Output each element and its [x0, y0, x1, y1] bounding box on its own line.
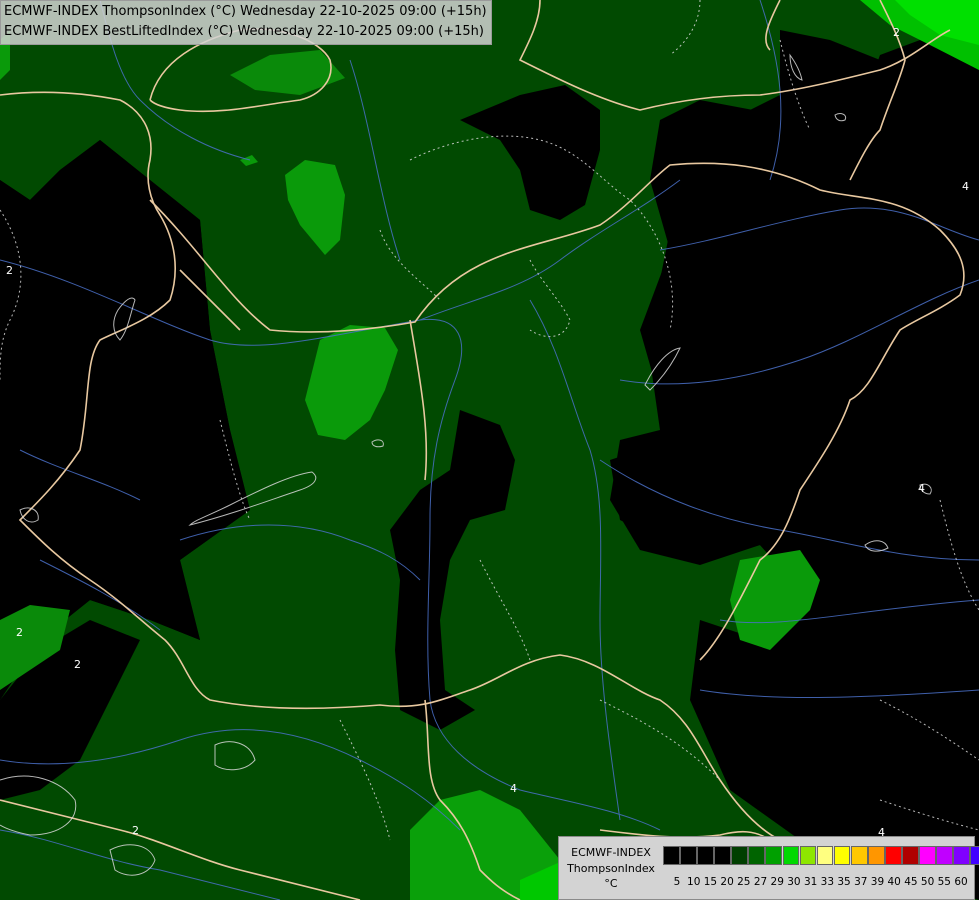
legend-swatch [885, 846, 902, 865]
legend-swatch [748, 846, 766, 865]
weather-map [0, 0, 979, 900]
weather-map-view: 2 2 2 2 2 4 4 4 4 ECMWF-INDEX ThompsonIn… [0, 0, 979, 900]
contour-label: 2 [893, 26, 900, 39]
legend-swatch [714, 846, 731, 865]
legend-parameter-label: ThompsonIndex [567, 862, 655, 875]
map-title-box: ECMWF-INDEX ThompsonIndex (°C) Wednesday… [0, 0, 492, 45]
contour-label: 2 [74, 658, 81, 671]
legend-swatch [799, 846, 817, 865]
legend-swatch [953, 846, 971, 865]
legend-swatch [970, 846, 979, 865]
contour-label: 4 [918, 482, 925, 495]
legend-swatch [936, 846, 953, 865]
legend-swatch [850, 846, 868, 865]
title-thompson-index: ECMWF-INDEX ThompsonIndex (°C) Wednesday… [4, 4, 487, 19]
legend-swatch [816, 846, 834, 865]
legend-swatch [782, 846, 800, 865]
legend-swatches [663, 846, 979, 865]
legend-swatch [680, 846, 697, 865]
contour-label: 2 [132, 824, 139, 837]
legend-swatch [765, 846, 783, 865]
contour-label: 2 [6, 264, 13, 277]
legend-swatch [833, 846, 851, 865]
legend-tick-label: 60 [954, 876, 968, 888]
contour-label: 2 [16, 626, 23, 639]
legend-swatch [697, 846, 714, 865]
legend-swatch [902, 846, 919, 865]
color-legend: ECMWF-INDEX ThompsonIndex °C 5 10 15 20 25 27… [558, 836, 979, 900]
legend-unit-label: °C [604, 877, 618, 890]
legend-swatch [731, 846, 748, 865]
contour-label: 4 [510, 782, 517, 795]
legend-ticks: 5 10 15 20 25 27 29 30 31 33 35 37 39 40 45 50 55 60 [663, 875, 973, 889]
contour-label: 4 [962, 180, 969, 193]
legend-model-label: ECMWF-INDEX [571, 846, 651, 859]
title-best-lifted-index: ECMWF-INDEX BestLiftedIndex (°C) Wednesd… [4, 24, 484, 39]
legend-swatch [919, 846, 936, 865]
legend-swatch [867, 846, 885, 865]
legend-swatch [663, 846, 680, 865]
